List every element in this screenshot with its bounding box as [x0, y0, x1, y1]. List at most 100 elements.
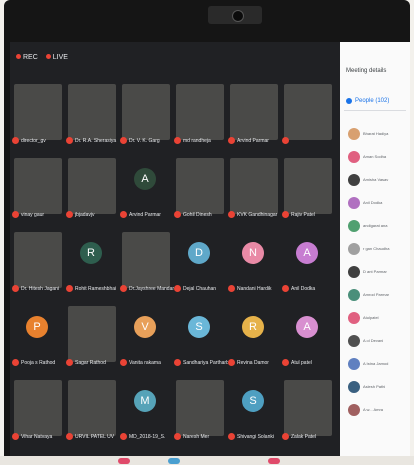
avatar: N: [242, 242, 264, 264]
people-list-item[interactable]: Amrod Parmar: [348, 283, 410, 306]
participant-tile[interactable]: md randheja: [174, 82, 228, 146]
people-list-item[interactable]: D ant Parmar: [348, 260, 410, 283]
people-list-item[interactable]: Amisha Vasav: [348, 168, 410, 191]
participant-tile[interactable]: P Pooja s Rathod: [12, 304, 66, 368]
participant-name: Shivangi Solanki: [228, 433, 284, 440]
people-list-item[interactable]: andigarat ana: [348, 214, 410, 237]
people-list-item[interactable]: A ol Devani: [348, 329, 410, 352]
participant-name-label: Atul patel: [291, 359, 312, 366]
people-list-item[interactable]: Bharat Hadiya: [348, 122, 410, 145]
participant-tile[interactable]: Zalak Patel: [282, 378, 336, 442]
mic-muted-icon: [120, 285, 127, 292]
mic-muted-icon: [66, 359, 73, 366]
participant-name-label: Nandani Hardik: [237, 285, 272, 292]
participant-tile[interactable]: director_gv: [12, 82, 66, 146]
avatar: P: [26, 316, 48, 338]
participant-tile[interactable]: vinay gaur: [12, 156, 66, 220]
participant-tile[interactable]: S Sandhariya Partharbhi: [174, 304, 230, 368]
tab-people[interactable]: People (102): [346, 98, 389, 104]
avatar: [348, 403, 360, 416]
participant-video: [14, 232, 62, 288]
participant-tile[interactable]: V Vanita rakama: [120, 304, 174, 368]
people-list-item[interactable]: A w... Amra: [348, 398, 410, 421]
people-name: A Istna Jamod: [363, 361, 389, 366]
people-list-item[interactable]: Atulpatel: [348, 306, 410, 329]
participant-grid: director_gv Dr. R.A. Sherasiya Dr. V. K. G…: [12, 82, 338, 456]
avatar: [348, 242, 360, 255]
participant-video: [122, 84, 170, 140]
participant-tile[interactable]: S Shivangi Solanki: [228, 378, 282, 442]
participant-tile[interactable]: A Atul patel: [282, 304, 336, 368]
participant-name-label: Anil Dodka: [291, 285, 316, 292]
mic-muted-icon: [174, 211, 181, 218]
participant-video: [230, 158, 278, 214]
participant-video: [14, 84, 62, 140]
mic-muted-icon: [228, 359, 235, 366]
avatar: A: [134, 168, 156, 190]
participant-tile[interactable]: Vihar Natvaya: [12, 378, 66, 442]
participant-video: [176, 158, 224, 214]
participant-name: Revina Damor: [228, 359, 284, 366]
participant-tile[interactable]: KVK Gandhinagar: [228, 156, 282, 220]
participant-tile[interactable]: Rajiv Patel: [282, 156, 336, 220]
participant-tile[interactable]: R Rohit Rameshbhai: [66, 230, 120, 294]
participant-tile[interactable]: R Revina Damor: [228, 304, 282, 368]
participant-tile[interactable]: Gohil Dinesh: [174, 156, 228, 220]
participant-name-label: MD_2018-19_S.: [129, 433, 166, 440]
participant-name-label: Shivangi Solanki: [237, 433, 274, 440]
mic-muted-icon: [228, 285, 235, 292]
people-list-item[interactable]: r gan Chaudha: [348, 237, 410, 260]
people-name: A ol Devani: [363, 338, 384, 343]
control-button[interactable]: [168, 458, 180, 464]
mic-muted-icon: [228, 433, 235, 440]
participant-tile[interactable]: Naresh Mer: [174, 378, 228, 442]
participant-video: [176, 84, 224, 140]
people-list-item[interactable]: Anil Dodka: [348, 191, 410, 214]
people-name: Amrod Parmar: [363, 292, 390, 297]
participant-tile[interactable]: Arvind Parmar: [228, 82, 282, 146]
participant-tile[interactable]: [282, 82, 336, 146]
people-list-item[interactable]: Aslesh Pathi: [348, 375, 410, 398]
participant-tile[interactable]: D Dejal Chauhan: [174, 230, 228, 294]
control-button[interactable]: [268, 458, 280, 464]
participant-tile[interactable]: Dr. Hitesh Jagani: [12, 230, 66, 294]
participant-tile[interactable]: M MD_2018-19_S.: [120, 378, 174, 442]
participant-name-label: Pooja s Rathod: [21, 359, 56, 366]
people-name: Aslesh Pathi: [363, 384, 386, 389]
people-name: andigarat ana: [363, 223, 388, 228]
participant-name: Sagar Rathod: [66, 359, 122, 366]
participant-name: Pooja s Rathod: [12, 359, 68, 366]
participant-name-label: Naresh Mer: [183, 433, 210, 440]
avatar: [348, 173, 360, 186]
mic-muted-icon: [120, 137, 127, 144]
participant-tile[interactable]: Sagar Rathod: [66, 304, 120, 368]
people-list-item[interactable]: A Istna Jamod: [348, 352, 410, 375]
participant-name: Dr.Jayshree Mandan: [120, 285, 176, 292]
participant-video: [284, 84, 332, 140]
meeting-screen: REC LIVE director_gv Dr. R.A. Sherasiya Dr…: [10, 42, 410, 456]
participant-tile[interactable]: Dr. V. K. Garg: [120, 82, 174, 146]
participant-tile[interactable]: URVIL PATEL UV: [66, 378, 120, 442]
participant-name-label: Sandhariya Partharbhi: [183, 359, 230, 366]
participant-name: Vihar Natvaya: [12, 433, 68, 440]
participant-name: Zalak Patel: [282, 433, 338, 440]
mic-muted-icon: [12, 137, 19, 144]
participant-name: director_gv: [12, 137, 68, 144]
control-button[interactable]: [118, 458, 130, 464]
webcam-icon: [208, 6, 262, 24]
participant-tile[interactable]: jbjadavjv: [66, 156, 120, 220]
participant-tile[interactable]: A Anil Dodka: [282, 230, 336, 294]
people-name: Amisha Vasav: [363, 177, 389, 182]
participant-tile[interactable]: Dr. R.A. Sherasiya: [66, 82, 120, 146]
people-list-item[interactable]: Aman Sodha: [348, 145, 410, 168]
avatar: A: [296, 316, 318, 338]
participant-name: Dr. Hitesh Jagani: [12, 285, 68, 292]
participant-tile[interactable]: A Arvind Parmar: [120, 156, 174, 220]
participant-name: KVK Gandhinagar: [228, 211, 284, 218]
participant-tile[interactable]: Dr.Jayshree Mandan: [120, 230, 176, 294]
participant-name: Gohil Dinesh: [174, 211, 230, 218]
participant-name-label: Arvind Parmar: [129, 211, 161, 218]
participant-name-label: director_gv: [21, 137, 46, 144]
participant-tile[interactable]: N Nandani Hardik: [228, 230, 282, 294]
avatar: [348, 219, 360, 232]
